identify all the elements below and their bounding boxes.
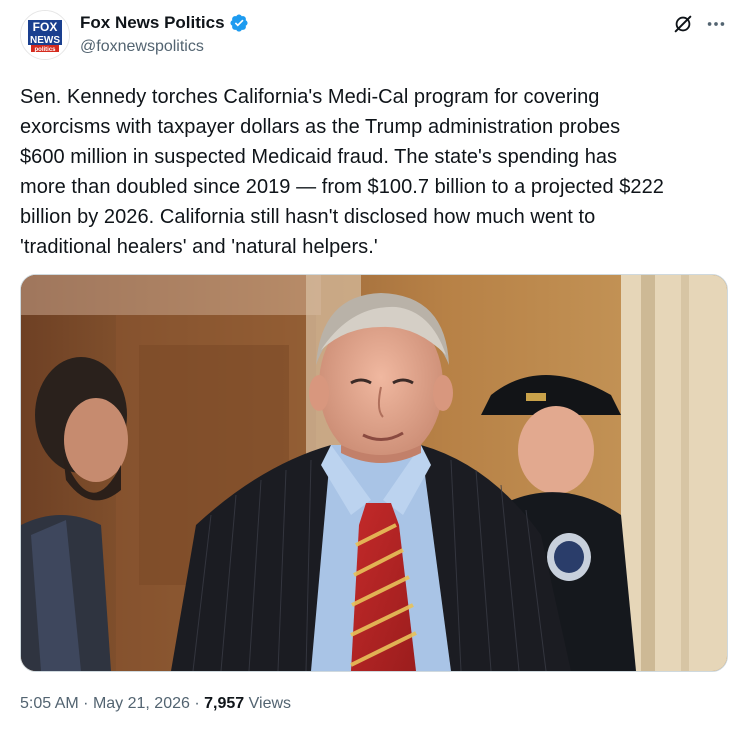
verified-badge-icon[interactable]: [229, 13, 249, 33]
fox-news-logo: FOX NEWS politics: [21, 11, 69, 59]
views-label: Views: [248, 695, 292, 712]
account-handle[interactable]: @foxnewspolitics: [80, 38, 204, 56]
meta-separator: ·: [83, 695, 89, 712]
tweet: FOX NEWS politics Fox News Politics @fox…: [0, 0, 746, 729]
tweet-date[interactable]: May 21, 2026: [93, 695, 190, 712]
tweet-metadata: 5:05 AM · May 21, 2026 · 7,957 Views: [20, 695, 291, 713]
tweet-text: Sen. Kennedy torches California's Medi-C…: [20, 86, 664, 258]
account-avatar[interactable]: FOX NEWS politics: [20, 10, 70, 60]
svg-text:FOX: FOX: [33, 20, 58, 34]
photo-illustration: [21, 275, 727, 671]
display-name[interactable]: Fox News Politics: [80, 13, 225, 33]
grok-icon[interactable]: [672, 13, 694, 35]
meta-separator: ·: [194, 695, 200, 712]
views-count: 7,957: [204, 695, 245, 712]
tweet-time[interactable]: 5:05 AM: [20, 695, 79, 712]
more-options-icon[interactable]: [705, 13, 727, 35]
tweet-photo[interactable]: [20, 274, 728, 672]
author-name-row: Fox News Politics: [80, 12, 249, 34]
svg-text:NEWS: NEWS: [30, 35, 60, 46]
svg-text:politics: politics: [34, 47, 56, 53]
